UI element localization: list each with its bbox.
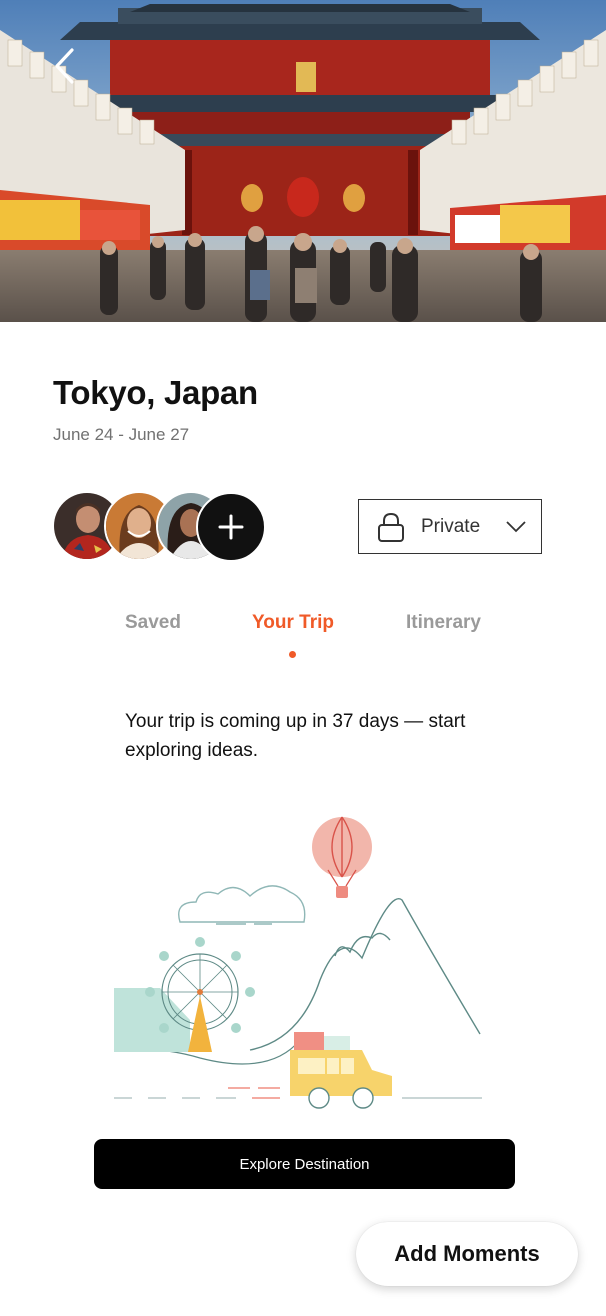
page-title: Tokyo, Japan bbox=[53, 374, 258, 411]
tab-itinerary[interactable]: Itinerary bbox=[406, 612, 481, 634]
add-collaborator-button[interactable] bbox=[196, 492, 266, 562]
trip-countdown-message: Your trip is coming up in 37 days — star… bbox=[125, 711, 466, 761]
tab-saved[interactable]: Saved bbox=[125, 612, 181, 634]
van-icon bbox=[290, 1032, 392, 1109]
privacy-label: Private bbox=[421, 515, 481, 537]
collaborator-avatars bbox=[52, 491, 272, 562]
trip-dates: June 24 - June 27 bbox=[53, 425, 190, 444]
plus-icon bbox=[218, 514, 244, 540]
trip-illustration bbox=[100, 810, 500, 1110]
privacy-dropdown[interactable]: Private bbox=[358, 499, 542, 554]
add-moments-button[interactable]: Add Moments bbox=[356, 1222, 578, 1286]
trip-tabs: Saved Your Trip Itinerary bbox=[0, 612, 606, 662]
lock-icon bbox=[378, 512, 404, 542]
hero-image bbox=[0, 0, 606, 322]
hot-air-balloon-icon bbox=[312, 816, 372, 898]
back-button[interactable] bbox=[44, 44, 84, 88]
active-tab-indicator bbox=[289, 651, 296, 658]
chevron-left-icon bbox=[55, 48, 74, 84]
chevron-down-icon bbox=[506, 520, 526, 532]
tab-your-trip[interactable]: Your Trip bbox=[252, 612, 334, 634]
explore-destination-button[interactable]: Explore Destination bbox=[94, 1139, 515, 1189]
